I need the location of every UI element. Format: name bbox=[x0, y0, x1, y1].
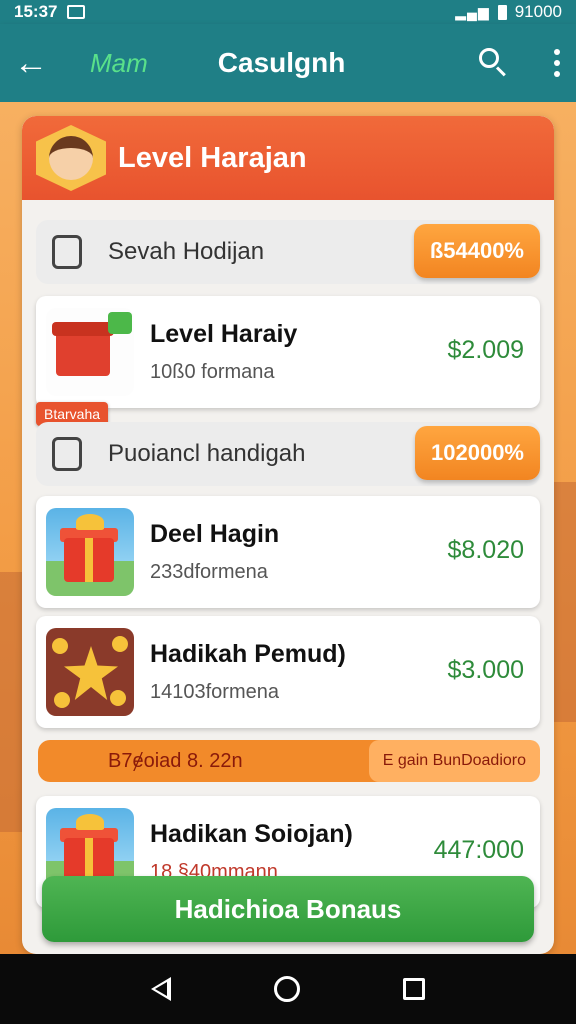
panel-title: Level Harajan bbox=[118, 141, 307, 174]
promo-text: B7ɇoiad 8. 22n bbox=[108, 749, 243, 772]
app-bar-subtitle[interactable]: Mam bbox=[90, 48, 148, 79]
item-meta: 233dformena bbox=[150, 561, 268, 583]
coin-icon bbox=[54, 692, 70, 708]
promo-banner[interactable]: B7ɇoiad 8. 22n E gain BunDoadioro bbox=[38, 740, 540, 782]
promo-button[interactable]: E gain BunDoadioro bbox=[368, 740, 540, 782]
list-item[interactable]: Deel Hagin 233dformena $8.020 bbox=[36, 496, 540, 608]
panel-header: Level Harajan bbox=[22, 116, 554, 200]
status-right-text: 91000 bbox=[514, 2, 562, 21]
nav-home-icon[interactable] bbox=[273, 976, 300, 1002]
coin-icon bbox=[52, 638, 68, 654]
status-bar: 15:37 ▂▄▆ 91000 bbox=[0, 0, 576, 24]
gold-star-icon bbox=[64, 646, 118, 700]
gift-icon bbox=[64, 538, 114, 582]
item-thumbnail bbox=[46, 508, 134, 596]
coin-icon bbox=[112, 636, 128, 652]
item-price: 447:000 bbox=[433, 836, 524, 864]
item-price: $3.000 bbox=[447, 656, 524, 684]
gift-bow bbox=[76, 814, 104, 830]
section-header: Sevah Hodijan ß54400% bbox=[36, 220, 540, 284]
item-thumbnail bbox=[46, 628, 134, 716]
bonus-button[interactable]: Hadichioa Bonaus bbox=[42, 876, 534, 942]
avatar bbox=[36, 125, 106, 191]
app-bar: ← Mam Casulgnh bbox=[0, 24, 576, 102]
status-time: 15:37 bbox=[14, 2, 58, 21]
list-item[interactable]: Hadikah Pemud) 14103formena $3.000 bbox=[36, 616, 540, 728]
item-thumbnail bbox=[46, 308, 134, 396]
item-name: Level Haraiy bbox=[150, 320, 298, 348]
search-icon[interactable] bbox=[476, 45, 512, 81]
green-tag-icon bbox=[108, 312, 132, 334]
red-box-icon bbox=[56, 330, 110, 376]
section-pill-button[interactable]: ß54400% bbox=[413, 224, 540, 278]
item-meta: 14103formena bbox=[150, 681, 279, 703]
lock-icon bbox=[52, 235, 82, 269]
item-price: $8.020 bbox=[447, 536, 524, 564]
status-icons: ▂▄▆ 91000 bbox=[455, 2, 562, 22]
item-name: Deel Hagin bbox=[150, 520, 280, 548]
notification-icon bbox=[67, 5, 86, 19]
list-item[interactable]: Level Haraiy 10ß0 formana $2.009 bbox=[36, 296, 540, 408]
main-panel: Level Harajan Sevah Hodijan ß54400% Leve… bbox=[22, 116, 554, 954]
app-bar-title: Casulgnh bbox=[217, 47, 346, 78]
section-label: Puoiancl handigah bbox=[108, 440, 306, 467]
section-pill-button[interactable]: 102000% bbox=[415, 426, 540, 480]
nav-recent-apps-icon[interactable] bbox=[402, 978, 425, 1000]
more-options-icon[interactable] bbox=[552, 49, 562, 77]
item-name: Hadikan Soiojan) bbox=[150, 820, 353, 848]
section-label: Sevah Hodijan bbox=[108, 238, 265, 265]
coin-icon bbox=[110, 690, 126, 706]
signal-icon: ▂▄▆ bbox=[455, 3, 490, 20]
nav-back-icon[interactable] bbox=[151, 977, 172, 1001]
gift-bow bbox=[76, 514, 104, 530]
item-price: $2.009 bbox=[447, 336, 524, 364]
item-meta: 10ß0 formana bbox=[150, 361, 275, 383]
back-arrow-icon[interactable]: ← bbox=[14, 46, 54, 80]
box-lid bbox=[52, 322, 114, 336]
system-nav-bar bbox=[0, 954, 576, 1024]
section-header: Puoiancl handigah 102000% bbox=[36, 422, 540, 486]
item-name: Hadikah Pemud) bbox=[150, 640, 346, 668]
avatar-face-icon bbox=[49, 136, 93, 180]
document-icon bbox=[52, 437, 82, 471]
battery-icon bbox=[497, 4, 507, 20]
